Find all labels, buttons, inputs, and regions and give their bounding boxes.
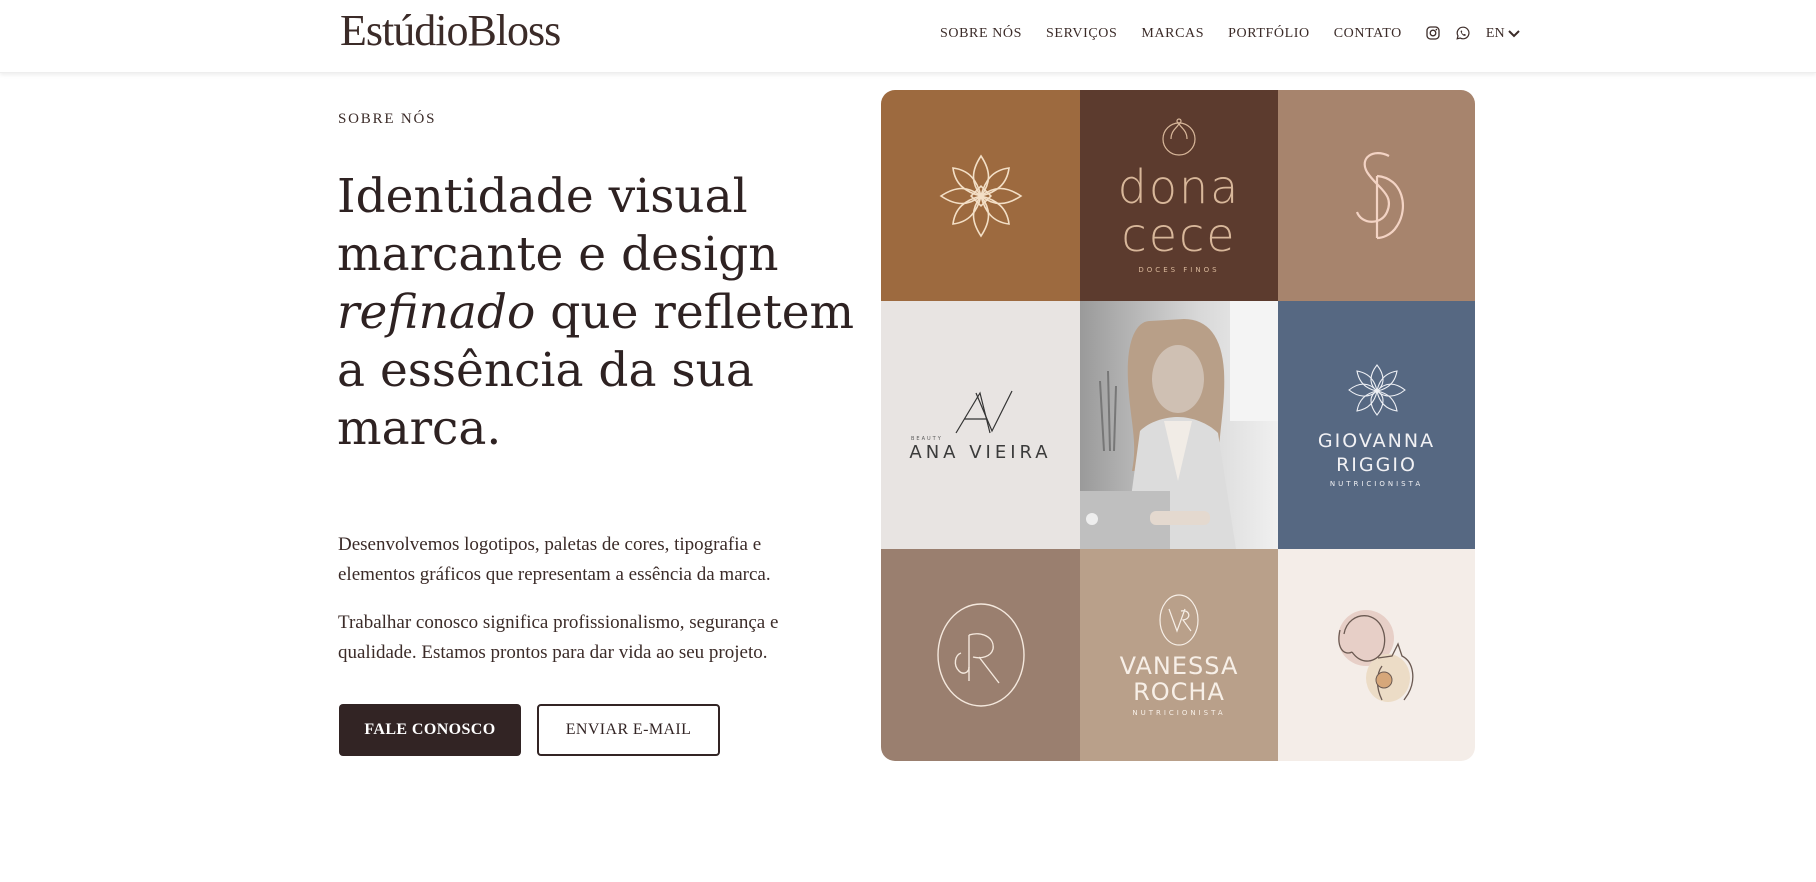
instagram-icon[interactable] (1426, 26, 1442, 42)
nav-item-portfolio[interactable]: PORTFÓLIO (1228, 26, 1310, 42)
hero-paragraph-1: Desenvolvemos logotipos, paletas de core… (338, 534, 771, 585)
giovanna-wordmark-line1: GIOVANNA (1317, 430, 1436, 453)
whatsapp-icon[interactable] (1456, 26, 1472, 42)
photo-woman-laptop (1080, 301, 1278, 549)
tile-photo-woman-laptop[interactable] (1080, 301, 1278, 549)
tile-pet-illustration[interactable] (1278, 549, 1475, 761)
vr-monogram-icon (1159, 594, 1199, 646)
fale-conosco-button[interactable]: FALE CONOSCO (339, 704, 521, 756)
nav-item-contato[interactable]: CONTATO (1334, 26, 1402, 42)
hero-headline: Identidade visual marcante e design refi… (337, 168, 857, 458)
language-selector[interactable]: EN (1486, 26, 1521, 42)
vanessa-wordmark-line1: VANESSA (1119, 651, 1239, 680)
tile-giovanna-riggio[interactable]: GIOVANNA RIGGIO NUTRICIONISTA (1278, 301, 1475, 549)
tile-vanessa-rocha[interactable]: VANESSA ROCHA NUTRICIONISTA (1080, 549, 1278, 761)
tile-dona-cece[interactable]: dona cece DOCES FINOS (1080, 90, 1278, 301)
crown-emblem-icon (1162, 117, 1196, 156)
enviar-email-button[interactable]: ENVIAR E-MAIL (537, 704, 720, 756)
section-eyebrow: SOBRE NÓS (338, 111, 437, 127)
site-logo[interactable]: EstúdioBloss (340, 6, 561, 56)
tile-ana-vieira[interactable]: BEAUTY ANA VIEIRA (881, 301, 1080, 549)
site-header: EstúdioBloss SOBRE NÓS SERVIÇOS MARCAS P… (0, 0, 1816, 73)
pet-illustration-icon (1337, 610, 1413, 702)
nav-item-sobre-nos[interactable]: SOBRE NÓS (940, 26, 1022, 42)
vanessa-wordmark-line2: ROCHA (1133, 677, 1225, 706)
flower-logo-icon (939, 154, 1022, 237)
giovanna-wordmark-line2: RIGGIO (1336, 454, 1417, 477)
giovanna-subtext: NUTRICIONISTA (1329, 480, 1424, 489)
chevron-down-icon (1507, 30, 1520, 38)
tile-sd-monogram[interactable] (1278, 90, 1475, 301)
dona-cece-wordmark: dona cece (1117, 159, 1241, 262)
dr-monogram-icon (936, 603, 1025, 707)
nav-item-marcas[interactable]: MARCAS (1141, 26, 1204, 42)
leaf-emblem-icon (1347, 364, 1406, 417)
nav-item-servicos[interactable]: SERVIÇOS (1046, 26, 1117, 42)
language-label: EN (1485, 26, 1505, 41)
main-nav: SOBRE NÓS SERVIÇOS MARCAS PORTFÓLIO CONT… (940, 22, 1521, 46)
av-monogram-icon (954, 390, 1013, 434)
vanessa-subtext: NUTRICIONISTA (1132, 708, 1226, 717)
portfolio-grid: dona cece DOCES FINOS BEAUTY ANA VIEIRA (881, 90, 1475, 761)
headline-italic: refinado (337, 285, 536, 340)
headline-part1: Identidade visual marcante e design (337, 169, 779, 282)
hero-paragraph-2: Trabalhar conosco significa profissional… (338, 612, 779, 663)
ana-vieira-wordmark: ANA VIEIRA (909, 442, 1052, 464)
sd-monogram-icon (1355, 151, 1404, 239)
tile-flower-logo[interactable] (881, 90, 1080, 301)
dona-cece-subtext: DOCES FINOS (1138, 266, 1220, 275)
tile-dr-monogram[interactable] (881, 549, 1080, 761)
